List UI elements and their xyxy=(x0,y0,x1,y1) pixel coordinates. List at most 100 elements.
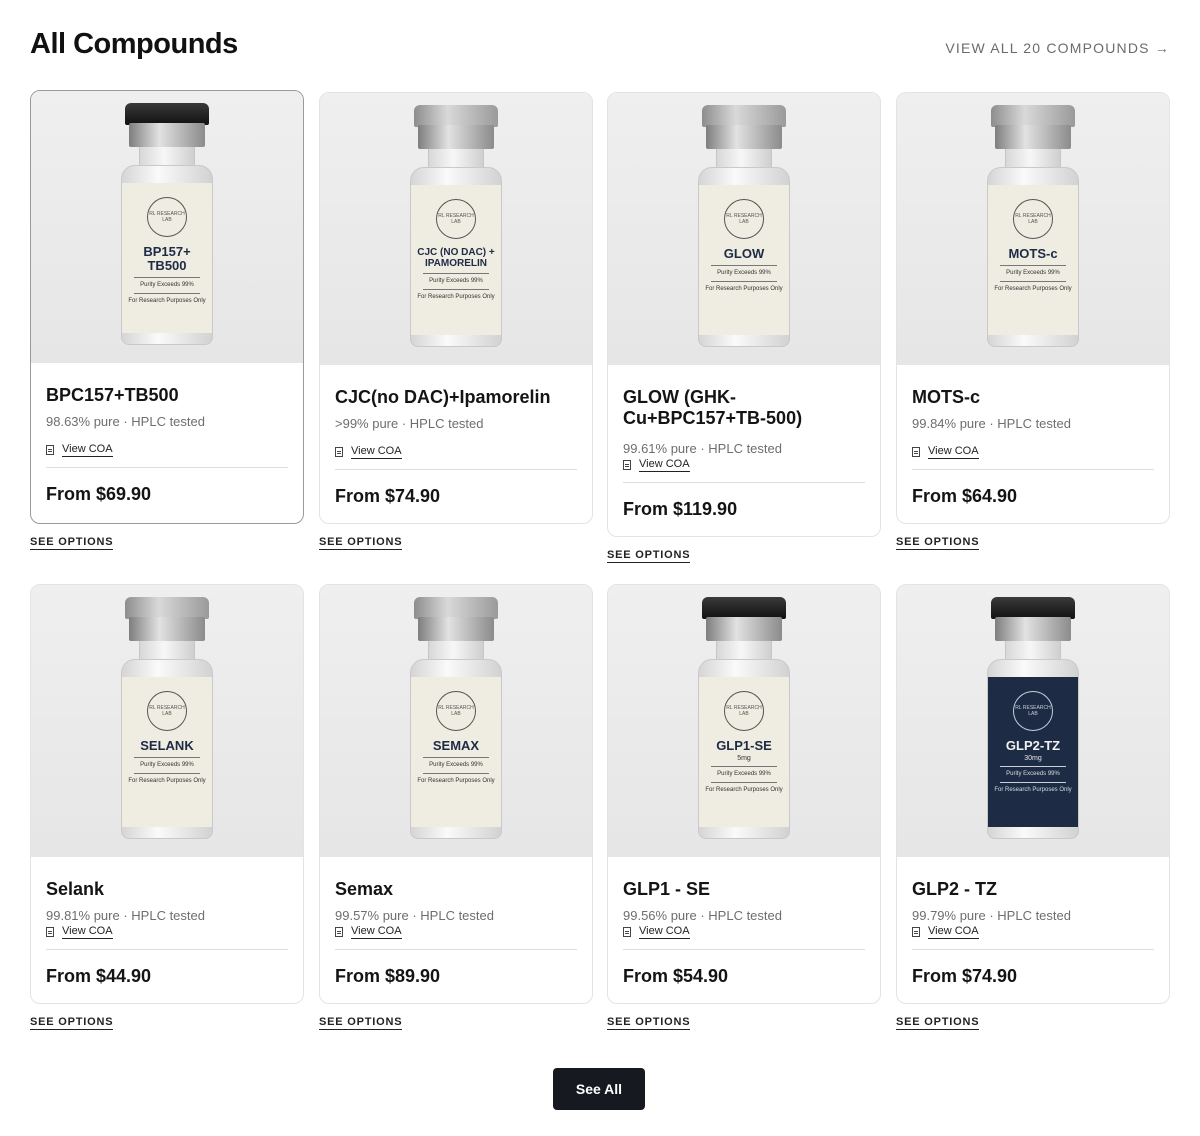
vial-illustration: RL RESEARCH LAB GLOW Purity Exceeds 99% … xyxy=(698,105,790,349)
vial-illustration: RL RESEARCH LAB MOTS-c Purity Exceeds 99… xyxy=(987,105,1079,349)
product-name[interactable]: Semax xyxy=(335,879,577,900)
vial-cap xyxy=(414,597,498,619)
vial-product-name: SEMAX xyxy=(432,738,480,753)
page-title: All Compounds xyxy=(30,28,238,60)
vial-illustration: RL RESEARCH LAB SELANK Purity Exceeds 99… xyxy=(121,597,213,841)
view-coa-link[interactable]: View COA xyxy=(639,925,690,939)
product-image[interactable]: RL RESEARCH LAB SELANK Purity Exceeds 99… xyxy=(31,585,303,857)
vial-divider xyxy=(423,757,489,758)
product-image[interactable]: RL RESEARCH LAB GLP1-SE 5mg Purity Excee… xyxy=(608,585,880,857)
vial-product-name: GLP2-TZ xyxy=(1005,738,1061,753)
section-header: All Compounds VIEW ALL 20 COMPOUNDS → xyxy=(30,26,1170,66)
view-all-compounds-link[interactable]: VIEW ALL 20 COMPOUNDS → xyxy=(945,40,1170,56)
vial-crimp xyxy=(706,125,782,149)
divider xyxy=(46,467,288,468)
product-card[interactable]: RL RESEARCH LAB BP157+ TB500 Purity Exce… xyxy=(30,90,304,524)
product-card-wrapper: RL RESEARCH LAB MOTS-c Purity Exceeds 99… xyxy=(896,92,1170,550)
product-card[interactable]: RL RESEARCH LAB SEMAX Purity Exceeds 99%… xyxy=(319,584,593,1004)
product-card[interactable]: RL RESEARCH LAB GLP2-TZ 30mg Purity Exce… xyxy=(896,584,1170,1004)
product-name[interactable]: GLP2 - TZ xyxy=(912,879,1154,900)
view-coa-link[interactable]: View COA xyxy=(639,458,690,472)
view-coa-link[interactable]: View COA xyxy=(62,925,113,939)
see-options-link[interactable]: SEE OPTIONS xyxy=(30,1016,114,1030)
divider xyxy=(912,949,1154,950)
view-coa-link[interactable]: View COA xyxy=(351,925,402,939)
see-options-link[interactable]: SEE OPTIONS xyxy=(30,536,114,550)
product-image[interactable]: RL RESEARCH LAB GLP2-TZ 30mg Purity Exce… xyxy=(897,585,1169,857)
product-card[interactable]: RL RESEARCH LAB GLOW Purity Exceeds 99% … xyxy=(607,92,881,537)
product-card[interactable]: RL RESEARCH LAB MOTS-c Purity Exceeds 99… xyxy=(896,92,1170,524)
vial-cap xyxy=(702,105,786,127)
see-all-button[interactable]: See All xyxy=(553,1068,645,1110)
vial-label: RL RESEARCH LAB GLP1-SE 5mg Purity Excee… xyxy=(699,677,789,827)
vial-cap xyxy=(702,597,786,619)
vial-cap xyxy=(414,105,498,127)
product-image[interactable]: RL RESEARCH LAB CJC (NO DAC) + IPAMORELI… xyxy=(320,93,592,365)
vial-research-text: For Research Purposes Only xyxy=(994,286,1072,292)
view-coa-link[interactable]: View COA xyxy=(62,443,113,457)
vial-product-name: CJC (NO DAC) + IPAMORELIN xyxy=(417,247,495,269)
see-options-link[interactable]: SEE OPTIONS xyxy=(896,536,980,550)
vial-divider xyxy=(423,289,489,290)
product-info: Semax 99.57% pure · HPLC tested View COA… xyxy=(320,857,592,1003)
research-lab-seal-icon: RL RESEARCH LAB xyxy=(147,197,187,237)
product-image[interactable]: RL RESEARCH LAB BP157+ TB500 Purity Exce… xyxy=(31,91,303,363)
vial-crimp xyxy=(418,617,494,641)
view-coa: View COA xyxy=(912,445,1154,459)
see-options-link[interactable]: SEE OPTIONS xyxy=(319,536,403,550)
vial-divider xyxy=(711,766,777,767)
product-price: From $64.90 xyxy=(912,486,1018,506)
product-image[interactable]: RL RESEARCH LAB MOTS-c Purity Exceeds 99… xyxy=(897,93,1169,365)
research-lab-seal-icon: RL RESEARCH LAB xyxy=(724,199,764,239)
product-card[interactable]: RL RESEARCH LAB CJC (NO DAC) + IPAMORELI… xyxy=(319,92,593,524)
product-card[interactable]: RL RESEARCH LAB SELANK Purity Exceeds 99… xyxy=(30,584,304,1004)
vial-divider xyxy=(711,782,777,783)
research-lab-seal-icon: RL RESEARCH LAB xyxy=(724,691,764,731)
see-options-link[interactable]: SEE OPTIONS xyxy=(607,549,691,563)
document-icon xyxy=(912,447,920,457)
vial-divider xyxy=(1000,265,1066,266)
vial-divider xyxy=(711,265,777,266)
document-icon xyxy=(912,927,920,937)
vial-research-text: For Research Purposes Only xyxy=(128,778,206,784)
divider xyxy=(335,469,577,470)
product-name[interactable]: BPC157+TB500 xyxy=(46,385,288,406)
document-icon xyxy=(335,447,343,457)
product-info: GLP2 - TZ 99.79% pure · HPLC tested View… xyxy=(897,857,1169,1003)
product-image[interactable]: RL RESEARCH LAB GLOW Purity Exceeds 99% … xyxy=(608,93,880,365)
product-image[interactable]: RL RESEARCH LAB SEMAX Purity Exceeds 99%… xyxy=(320,585,592,857)
vial-research-text: For Research Purposes Only xyxy=(705,787,783,793)
view-coa-link[interactable]: View COA xyxy=(928,925,979,939)
view-coa-link[interactable]: View COA xyxy=(351,445,402,459)
see-options-link[interactable]: SEE OPTIONS xyxy=(319,1016,403,1030)
product-price: From $54.90 xyxy=(623,966,729,986)
view-coa: View COA xyxy=(46,925,288,939)
divider xyxy=(335,949,577,950)
vial-label: RL RESEARCH LAB GLOW Purity Exceeds 99% … xyxy=(699,185,789,335)
product-price: From $74.90 xyxy=(335,486,441,506)
vial-divider xyxy=(1000,766,1066,767)
product-card-wrapper: RL RESEARCH LAB CJC (NO DAC) + IPAMORELI… xyxy=(319,92,593,550)
see-options-link[interactable]: SEE OPTIONS xyxy=(896,1016,980,1030)
vial-divider xyxy=(134,293,200,294)
product-info: BPC157+TB500 98.63% pure · HPLC tested V… xyxy=(31,363,303,523)
vial-crimp xyxy=(995,125,1071,149)
product-name[interactable]: MOTS-c xyxy=(912,387,1154,408)
vial-purity-text: Purity Exceeds 99% xyxy=(429,762,483,768)
product-name[interactable]: GLP1 - SE xyxy=(623,879,865,900)
product-name[interactable]: GLOW (GHK-Cu+BPC157+TB-500) xyxy=(623,387,865,429)
vial-divider xyxy=(423,773,489,774)
product-name[interactable]: CJC(no DAC)+Ipamorelin xyxy=(335,387,577,408)
product-card[interactable]: RL RESEARCH LAB GLP1-SE 5mg Purity Excee… xyxy=(607,584,881,1004)
view-coa-link[interactable]: View COA xyxy=(928,445,979,459)
see-options-link[interactable]: SEE OPTIONS xyxy=(607,1016,691,1030)
product-name[interactable]: Selank xyxy=(46,879,288,900)
document-icon xyxy=(623,927,631,937)
vial-divider xyxy=(134,277,200,278)
vial-cap xyxy=(991,597,1075,619)
product-card-wrapper: RL RESEARCH LAB SEMAX Purity Exceeds 99%… xyxy=(319,584,593,1030)
product-purity: 98.63% pure · HPLC tested xyxy=(46,414,205,429)
product-card-wrapper: RL RESEARCH LAB SELANK Purity Exceeds 99… xyxy=(30,584,304,1030)
vial-crimp xyxy=(706,617,782,641)
document-icon xyxy=(623,460,631,470)
